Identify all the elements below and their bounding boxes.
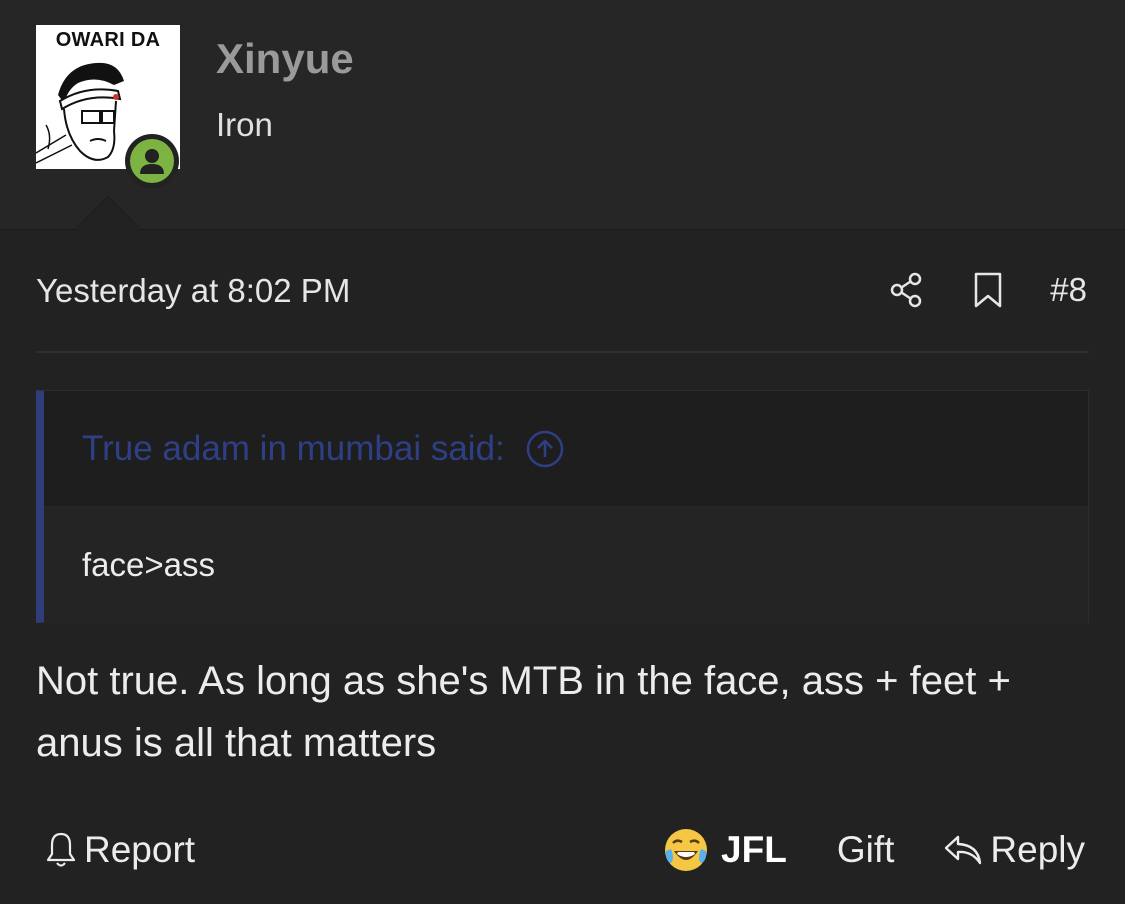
bookmark-icon[interactable]	[968, 268, 1008, 312]
report-button[interactable]: Report	[44, 822, 195, 878]
avatar-caption: OWARI DA	[55, 29, 161, 51]
divider	[36, 351, 1089, 353]
online-status-badge	[125, 134, 179, 188]
header-pointer	[74, 197, 142, 231]
reply-label: Reply	[990, 829, 1085, 870]
post-date[interactable]: Yesterday at 8:02 PM	[36, 272, 350, 310]
reaction-button[interactable]: JFL	[663, 827, 787, 873]
quote-body: face>ass	[44, 507, 1088, 623]
reply-arrow-icon	[942, 831, 984, 869]
username[interactable]: Xinyue	[216, 35, 354, 83]
post-footer: Report JFL Gift Reply	[36, 822, 1089, 878]
quote-text: face>ass	[82, 546, 215, 583]
share-icon[interactable]	[886, 268, 926, 312]
post-number-link[interactable]: #8	[1050, 271, 1087, 309]
quote-block: True adam in mumbai said: face>ass	[36, 390, 1089, 623]
report-label: Report	[84, 829, 196, 870]
quote-header: True adam in mumbai said:	[44, 391, 1088, 507]
post-meta-actions: #8	[886, 268, 1087, 312]
reply-button[interactable]: Reply	[942, 829, 1085, 871]
quote-author-link[interactable]: True adam in mumbai said:	[82, 429, 505, 469]
user-icon	[130, 139, 174, 183]
crying-laughing-emoji-icon	[663, 827, 709, 873]
reaction-label: JFL	[721, 829, 787, 870]
user-rank: Iron	[216, 106, 273, 143]
bell-icon	[44, 830, 78, 870]
arrow-up-circle-icon[interactable]	[525, 429, 565, 469]
gift-button[interactable]: Gift	[837, 829, 895, 871]
user-header: OWARI DA Xinyue Iron	[0, 0, 1125, 231]
footer-right-actions: JFL Gift Reply	[663, 822, 1085, 878]
post-message: Not true. As long as she's MTB in the fa…	[36, 659, 1011, 765]
post-page: OWARI DA Xinyue Iron Yesterday at 8:02 P…	[0, 0, 1125, 904]
